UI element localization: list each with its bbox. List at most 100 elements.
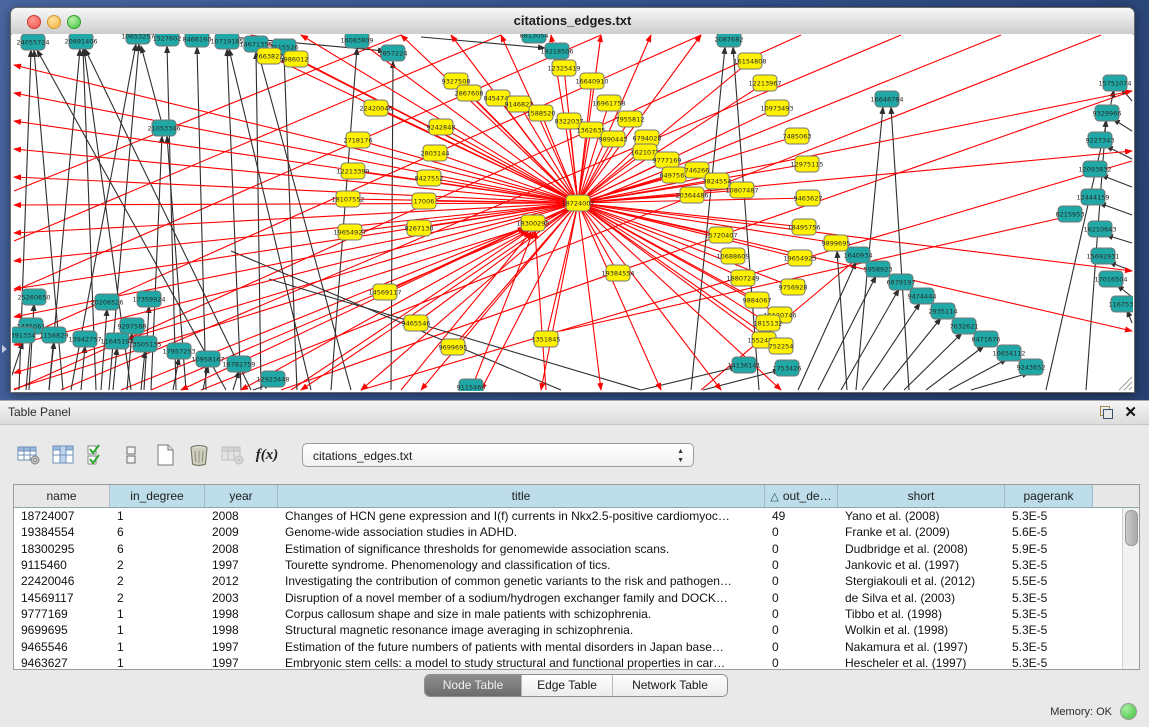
column-header-title[interactable]: title	[278, 485, 765, 507]
graph-node[interactable]: 12975115	[790, 156, 823, 172]
graph-node[interactable]: 1167531	[1109, 296, 1133, 312]
graph-node[interactable]: 9699695	[439, 339, 468, 355]
graph-node[interactable]: 20364486	[675, 187, 708, 203]
scrollbar-thumb[interactable]	[1125, 510, 1138, 546]
column-header-out_de[interactable]: △out_de…	[765, 485, 838, 507]
graph-node[interactable]: 18107552	[331, 191, 364, 207]
graph-node[interactable]: 391334	[12, 327, 35, 343]
graph-node[interactable]: 752254	[769, 338, 794, 354]
graph-node[interactable]: 10958167	[191, 351, 224, 367]
column-header-short[interactable]: short	[838, 485, 1005, 507]
graph-node[interactable]: 1156829	[40, 327, 69, 343]
graph-node[interactable]: 15692931	[1086, 248, 1119, 264]
graph-node[interactable]: 9474444	[908, 288, 937, 304]
graph-node[interactable]: 9463627	[794, 190, 823, 206]
table-row[interactable]: 946554611997Estimation of the future num…	[14, 638, 1139, 654]
graph-node[interactable]: 9242848	[427, 119, 456, 135]
graph-node[interactable]: 12923448	[256, 371, 289, 387]
graph-node[interactable]: 9777169	[653, 152, 682, 168]
graph-node[interactable]: 17006	[412, 193, 436, 209]
graph-node[interactable]: 1640934	[844, 247, 873, 263]
graph-node[interactable]: 14136141	[727, 357, 760, 373]
graph-node[interactable]: 22420046	[359, 100, 392, 116]
graph-node[interactable]: 14569117	[368, 284, 401, 300]
graph-node[interactable]: 17016504	[1094, 271, 1127, 287]
graph-node[interactable]: 9227343	[1086, 132, 1115, 148]
graph-node[interactable]: 1351845	[532, 331, 561, 347]
graph-node[interactable]: 17359924	[132, 291, 165, 307]
graph-node[interactable]: 6679197	[887, 274, 916, 290]
delete-table-icon[interactable]	[184, 441, 214, 469]
graph-node[interactable]: 9297588	[118, 318, 147, 334]
graph-node[interactable]: 19384554	[601, 265, 634, 281]
network-window-titlebar[interactable]: citations_edges.txt	[11, 8, 1134, 35]
graph-node[interactable]: 1588520	[527, 105, 556, 121]
graph-node[interactable]: 2087682	[715, 34, 744, 47]
graph-node[interactable]: 10653257	[121, 34, 154, 44]
graph-node[interactable]: 2935114	[929, 303, 958, 319]
graph-node[interactable]: 9329966	[1093, 105, 1122, 121]
memory-status-indicator[interactable]	[1120, 703, 1137, 720]
graph-node[interactable]: 10654112	[992, 345, 1025, 361]
graph-node[interactable]: 9890443	[599, 131, 628, 147]
graph-node[interactable]: 16648784	[870, 91, 903, 107]
graph-node[interactable]: 19654927	[333, 224, 366, 240]
graph-node[interactable]: 8215953	[1056, 206, 1085, 222]
float-panel-icon[interactable]	[1100, 406, 1113, 419]
graph-node[interactable]: 18300295	[516, 215, 549, 231]
graph-node[interactable]: 9884067	[743, 292, 772, 308]
graph-node[interactable]: 9465546	[402, 315, 431, 331]
graph-node[interactable]: 16782759	[222, 356, 255, 372]
graph-node[interactable]: 8427552	[415, 170, 444, 186]
graph-node[interactable]: 10688609	[716, 248, 749, 264]
graph-node[interactable]: 9756928	[779, 279, 808, 295]
table-row[interactable]: 969969511998Structural magnetic resonanc…	[14, 622, 1139, 638]
graph-node[interactable]: 9243652	[1017, 359, 1046, 375]
graph-node[interactable]: 16083809	[340, 34, 373, 48]
graph-node[interactable]: 1527602	[153, 34, 182, 46]
graph-node[interactable]: 1753426	[773, 360, 802, 376]
graph-node[interactable]: 18724007	[561, 195, 594, 211]
graph-node[interactable]: 2867608	[455, 85, 484, 101]
graph-node[interactable]: 15720407	[704, 227, 737, 243]
column-header-name[interactable]: name	[14, 485, 110, 507]
graph-node[interactable]: 7485063	[783, 128, 812, 144]
column-header-pagerank[interactable]: pagerank	[1005, 485, 1093, 507]
graph-node[interactable]: 12444159	[1076, 189, 1109, 205]
graph-node[interactable]: 13505135	[128, 336, 161, 352]
graph-node[interactable]: 19654923	[783, 250, 816, 266]
column-visibility-icon[interactable]	[48, 441, 78, 469]
table-row[interactable]: 2242004622012Investigating the contribut…	[14, 573, 1139, 589]
graph-node[interactable]: 9115460	[457, 379, 486, 391]
graph-node[interactable]: 7632621	[950, 318, 979, 334]
graph-node[interactable]: 16961758	[592, 95, 625, 111]
graph-node[interactable]: 16154808	[733, 53, 766, 69]
graph-node[interactable]: 986012	[284, 51, 309, 67]
vertical-scrollbar[interactable]	[1122, 508, 1139, 670]
graph-node[interactable]: 16640910	[575, 73, 608, 89]
graph-node[interactable]: 25260650	[17, 289, 50, 305]
graph-node[interactable]: 20691406	[64, 34, 97, 49]
column-header-year[interactable]: year	[205, 485, 278, 507]
graph-node[interactable]: 12325419	[547, 60, 580, 76]
table-row[interactable]: 1456911722003Disruption of a novel membe…	[14, 589, 1139, 605]
graph-node[interactable]: 13942757	[68, 331, 101, 347]
tab-edge-table[interactable]: Edge Table	[522, 675, 613, 696]
graph-node[interactable]: 18495756	[787, 219, 820, 235]
graph-node[interactable]: 18807249	[726, 270, 759, 286]
graph-node[interactable]: 19218506	[540, 43, 573, 59]
graph-node[interactable]: 8471676	[972, 331, 1001, 347]
graph-node[interactable]: 8267130	[405, 220, 434, 236]
close-panel-icon[interactable]: ✕	[1124, 403, 1137, 421]
table-row[interactable]: 977716911998Corpus callosum shape and si…	[14, 606, 1139, 622]
graph-node[interactable]: 1815132	[754, 315, 783, 331]
graph-node[interactable]: 24055724	[16, 34, 49, 50]
graph-node[interactable]: 16210643	[1083, 221, 1116, 237]
row-selection-icon[interactable]	[82, 441, 112, 469]
table-row[interactable]: 911546021997Tourette syndrome. Phenomeno…	[14, 557, 1139, 573]
table-row[interactable]: 1830029562008Estimation of significance …	[14, 541, 1139, 557]
graph-node[interactable]: 12213967	[748, 75, 781, 91]
graph-node[interactable]: 7955812	[616, 111, 645, 127]
tab-network-table[interactable]: Network Table	[613, 675, 727, 696]
table-settings-icon[interactable]	[14, 441, 44, 469]
